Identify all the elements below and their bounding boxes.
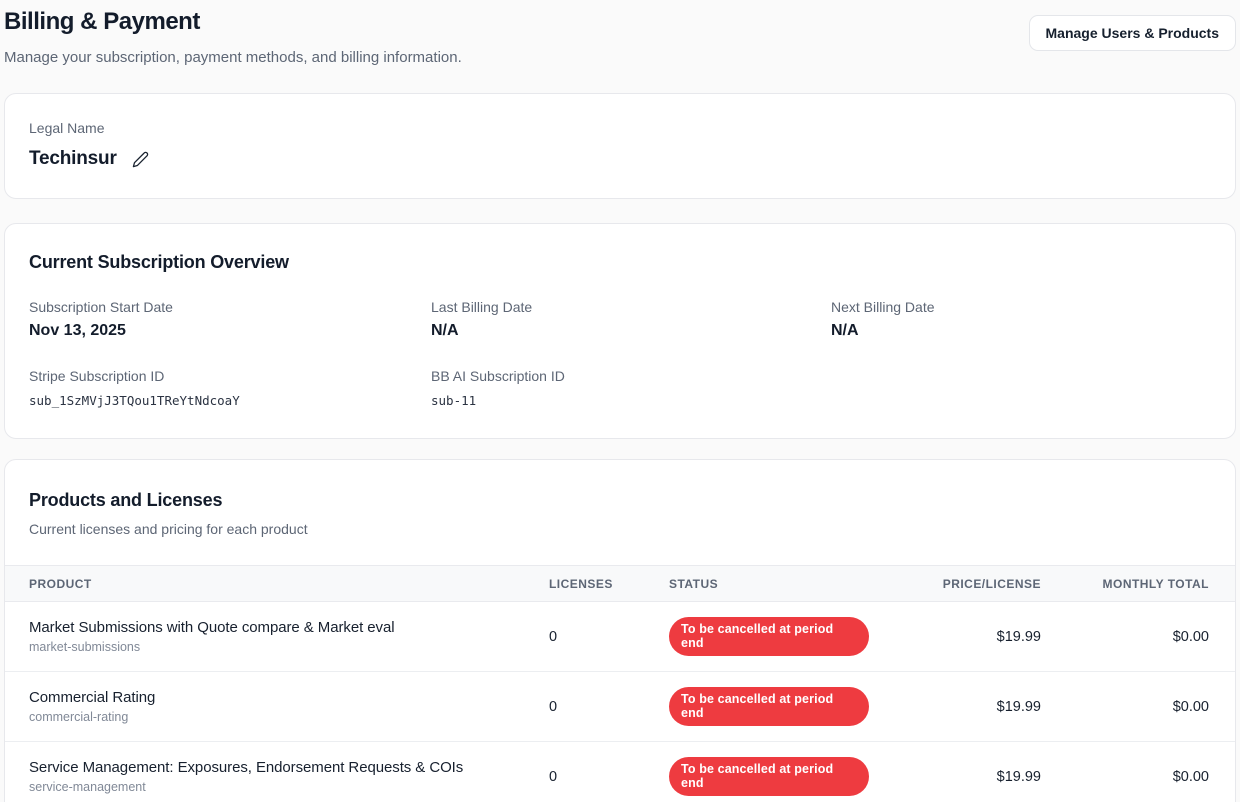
legal-name-card: Legal Name Techinsur (4, 93, 1236, 199)
price-per-license-cell: $19.99 (996, 628, 1041, 645)
bbai-subscription-id-field: BB AI Subscription ID sub-11 (431, 368, 831, 408)
product-name: Market Submissions with Quote compare & … (29, 619, 395, 636)
subscription-fields-grid: Subscription Start Date Nov 13, 2025 Las… (29, 299, 1211, 408)
products-table-header: Product Licenses Status Price/License Mo… (5, 565, 1235, 602)
field-value: N/A (831, 322, 859, 339)
edit-legal-name-button[interactable] (132, 151, 149, 168)
table-row: Service Management: Exposures, Endorseme… (5, 742, 1235, 802)
column-header-status: Status (669, 576, 719, 591)
product-cell: Market Submissions with Quote compare & … (29, 619, 549, 654)
subscription-overview-card: Current Subscription Overview Subscripti… (4, 223, 1236, 439)
products-licenses-card: Products and Licenses Current licenses a… (4, 459, 1236, 802)
manage-users-products-button[interactable]: Manage Users & Products (1028, 15, 1236, 51)
products-card-head: Products and Licenses Current licenses a… (5, 490, 1235, 537)
field-value: N/A (431, 322, 459, 339)
licenses-cell: 0 (549, 768, 558, 785)
field-label: Stripe Subscription ID (29, 368, 165, 384)
billing-page: Billing & Payment Manage your subscripti… (0, 0, 1240, 802)
legal-name-value-row: Techinsur (29, 148, 1211, 170)
table-row: Market Submissions with Quote compare & … (5, 602, 1235, 672)
price-per-license-cell: $19.99 (996, 768, 1041, 785)
status-cell: To be cancelled at period end (669, 757, 869, 796)
last-billing-date-field: Last Billing Date N/A (431, 299, 831, 340)
field-value: Nov 13, 2025 (29, 322, 126, 339)
product-slug: commercial-rating (29, 710, 129, 724)
table-row: Commercial Rating commercial-rating 0 To… (5, 672, 1235, 742)
column-header-monthly-total: Monthly Total (1102, 576, 1209, 591)
page-subtitle: Manage your subscription, payment method… (4, 49, 462, 66)
product-cell: Commercial Rating commercial-rating (29, 689, 549, 724)
legal-name-label: Legal Name (29, 120, 105, 136)
column-header-price-license: Price/License (942, 576, 1041, 591)
product-name: Commercial Rating (29, 689, 156, 706)
licenses-cell: 0 (549, 628, 558, 645)
page-header-text: Billing & Payment Manage your subscripti… (4, 8, 462, 66)
column-header-product: Product (29, 576, 92, 591)
status-badge: To be cancelled at period end (669, 617, 869, 656)
product-slug: service-management (29, 780, 146, 794)
monthly-total-cell: $0.00 (1172, 698, 1209, 715)
subscription-overview-heading: Current Subscription Overview (29, 252, 289, 272)
empty-grid-cell (831, 368, 1211, 408)
product-name: Service Management: Exposures, Endorseme… (29, 759, 464, 776)
legal-name-value: Techinsur (29, 148, 117, 169)
field-value: sub_1SzMVjJ3TQou1TReYtNdcoaY (29, 393, 240, 408)
product-cell: Service Management: Exposures, Endorseme… (29, 759, 549, 794)
monthly-total-cell: $0.00 (1172, 628, 1209, 645)
page-title: Billing & Payment (4, 8, 200, 35)
status-cell: To be cancelled at period end (669, 687, 869, 726)
field-label: BB AI Subscription ID (431, 368, 565, 384)
licenses-cell: 0 (549, 698, 558, 715)
product-slug: market-submissions (29, 640, 141, 654)
products-table-body: Market Submissions with Quote compare & … (5, 602, 1235, 802)
pencil-icon (132, 151, 149, 168)
status-badge: To be cancelled at period end (669, 757, 869, 796)
price-per-license-cell: $19.99 (996, 698, 1041, 715)
products-heading: Products and Licenses (29, 490, 223, 510)
field-label: Last Billing Date (431, 299, 533, 315)
products-subtitle: Current licenses and pricing for each pr… (29, 521, 308, 537)
field-label: Subscription Start Date (29, 299, 173, 315)
field-label: Next Billing Date (831, 299, 935, 315)
status-cell: To be cancelled at period end (669, 617, 869, 656)
column-header-licenses: Licenses (549, 576, 613, 591)
page-header: Billing & Payment Manage your subscripti… (4, 8, 1236, 66)
field-value: sub-11 (431, 393, 477, 408)
next-billing-date-field: Next Billing Date N/A (831, 299, 1211, 340)
status-badge: To be cancelled at period end (669, 687, 869, 726)
subscription-start-date-field: Subscription Start Date Nov 13, 2025 (29, 299, 431, 340)
stripe-subscription-id-field: Stripe Subscription ID sub_1SzMVjJ3TQou1… (29, 368, 431, 408)
monthly-total-cell: $0.00 (1172, 768, 1209, 785)
